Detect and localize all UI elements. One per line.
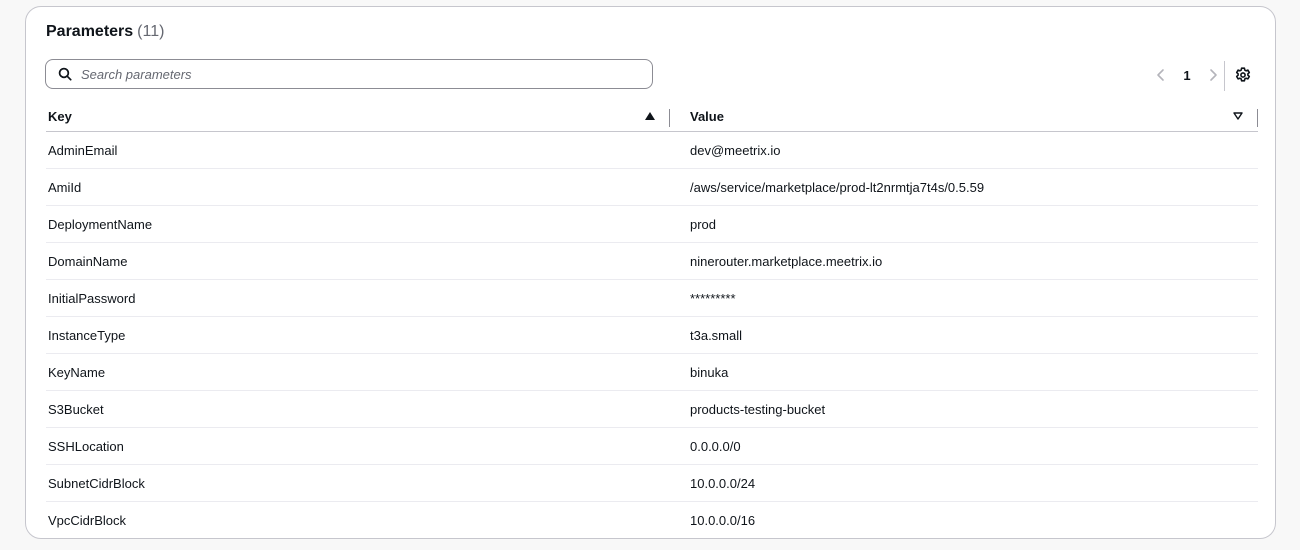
table-row: KeyName binuka	[46, 354, 1258, 391]
cell-value: binuka	[690, 364, 729, 380]
cell-key: AmiId	[48, 179, 82, 195]
gear-icon	[1235, 67, 1251, 82]
table-row: SubnetCidrBlock 10.0.0.0/24	[46, 465, 1258, 502]
parameters-panel: Parameters(11) 1	[25, 6, 1276, 539]
table-row: DomainName ninerouter.marketplace.meetri…	[46, 243, 1258, 280]
cell-value: ninerouter.marketplace.meetrix.io	[690, 253, 883, 269]
cell-key: VpcCidrBlock	[48, 513, 127, 528]
table-row: InstanceType t3a.small	[46, 317, 1258, 354]
chevron-left-icon	[1157, 69, 1164, 81]
sort-ascending-icon[interactable]	[644, 110, 656, 122]
cell-value: 10.0.0.0/16	[690, 513, 756, 528]
parameters-table: Key Value AdminEmail dev@meetrix.io AmiI…	[46, 101, 1258, 539]
cell-key: KeyName	[48, 364, 106, 380]
search-input[interactable]	[81, 66, 641, 82]
cell-key: SSHLocation	[48, 438, 124, 454]
page: Parameters(11) 1	[0, 0, 1300, 550]
column-header-value[interactable]: Value	[670, 101, 1258, 131]
table-body: AdminEmail dev@meetrix.io AmiId /aws/ser…	[46, 132, 1258, 539]
panel-title: Parameters	[46, 23, 134, 40]
search-box[interactable]	[45, 59, 653, 89]
chevron-right-icon	[1210, 69, 1217, 81]
cell-value: dev@meetrix.io	[690, 142, 781, 158]
search-icon	[57, 66, 73, 82]
table-row: S3Bucket products-testing-bucket	[46, 391, 1258, 428]
column-label-value: Value	[690, 108, 724, 124]
cell-key: InstanceType	[48, 327, 126, 343]
page-number[interactable]: 1	[1173, 68, 1201, 83]
previous-page-button[interactable]	[1149, 63, 1173, 87]
table-header: Key Value	[46, 101, 1258, 132]
cell-key: S3Bucket	[48, 401, 104, 417]
cell-value: /aws/service/marketplace/prod-lt2nrmtja7…	[690, 179, 985, 195]
cell-value: products-testing-bucket	[690, 401, 826, 417]
preferences-button[interactable]	[1231, 63, 1255, 87]
column-header-key[interactable]: Key	[46, 101, 670, 131]
cell-key: DeploymentName	[48, 216, 153, 232]
cell-value: *********	[690, 290, 736, 306]
table-row: DeploymentName prod	[46, 206, 1258, 243]
cell-value: prod	[690, 216, 717, 232]
column-label-key: Key	[48, 108, 72, 124]
cell-value: t3a.small	[690, 327, 743, 343]
next-page-button[interactable]	[1201, 63, 1225, 87]
pagination: 1	[1149, 63, 1225, 87]
table-row: AdminEmail dev@meetrix.io	[46, 132, 1258, 169]
cell-value: 10.0.0.0/24	[690, 475, 756, 491]
panel-header: Parameters (11)	[46, 23, 164, 41]
table-row: AmiId /aws/service/marketplace/prod-lt2n…	[46, 169, 1258, 206]
parameter-count: (11)	[137, 23, 165, 40]
table-row: VpcCidrBlock 10.0.0.0/16	[46, 502, 1258, 539]
cell-key: SubnetCidrBlock	[48, 475, 145, 491]
column-resizer[interactable]	[1257, 109, 1258, 127]
cell-key: InitialPassword	[48, 290, 136, 306]
table-row: InitialPassword *********	[46, 280, 1258, 317]
sort-unsorted-icon[interactable]	[1232, 110, 1244, 122]
cell-key: DomainName	[48, 253, 128, 269]
table-row: SSHLocation 0.0.0.0/0	[46, 428, 1258, 465]
cell-value: 0.0.0.0/0	[690, 438, 741, 454]
cell-key: AdminEmail	[48, 142, 118, 158]
pagination-divider	[1224, 61, 1225, 91]
